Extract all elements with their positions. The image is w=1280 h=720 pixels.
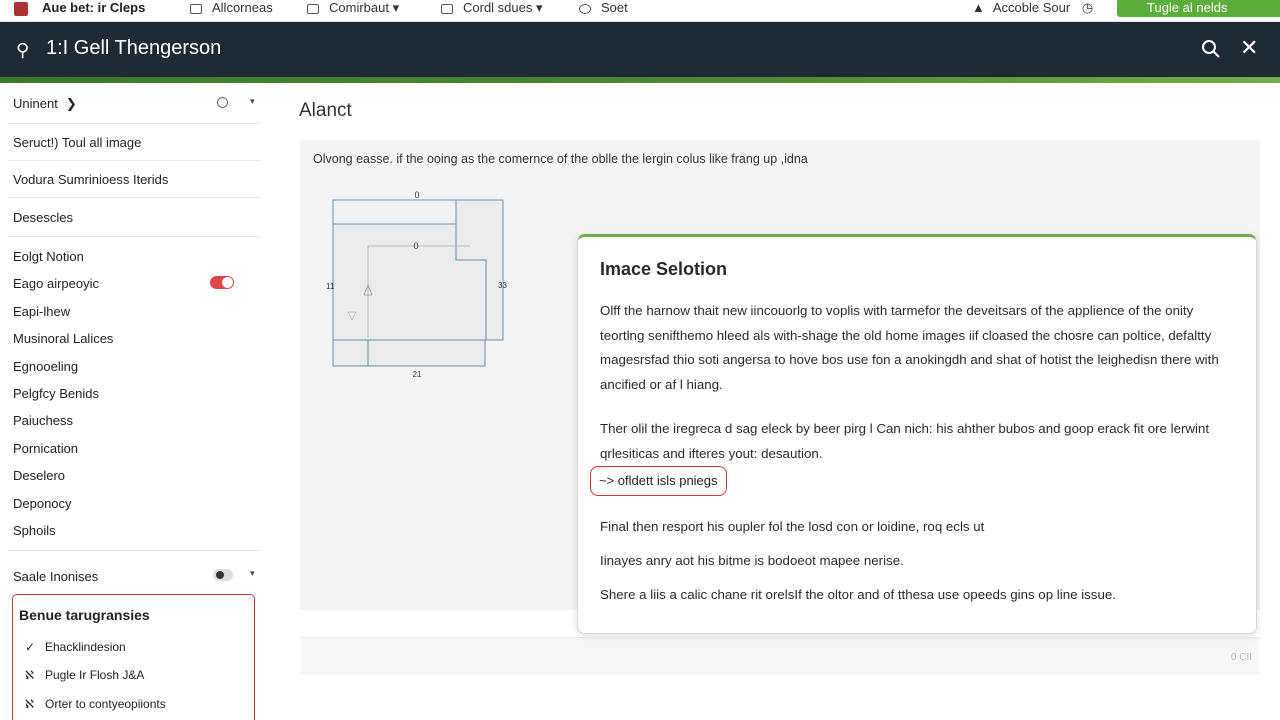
- divider: [8, 236, 260, 237]
- group-item[interactable]: ℵ Orter to contyeopiionts: [25, 697, 166, 711]
- group-item[interactable]: ✓ Ehacklindesion: [25, 640, 126, 654]
- divider: [8, 197, 260, 198]
- compass-icon: [579, 3, 591, 14]
- sidebar-item[interactable]: Egnooeling: [13, 359, 78, 374]
- menu-item-allcorneas[interactable]: Allcorneas: [190, 0, 273, 15]
- brand-label: Aue bet: ir Cleps: [42, 0, 146, 15]
- highlighted-link[interactable]: ~> ofldett isls pniegs: [590, 466, 727, 496]
- account-label: Accoble Sour: [992, 0, 1071, 15]
- chevron-down-icon: ▾: [536, 0, 543, 15]
- table-icon: [307, 3, 319, 14]
- app-brand[interactable]: Aue bet: ir Cleps: [14, 0, 145, 16]
- footer-bar: 0 CII: [300, 637, 1260, 675]
- menu-item-label: Cordl sdues: [463, 0, 533, 15]
- close-icon[interactable]: ✕: [1240, 35, 1258, 61]
- diagram-label-right: 33: [498, 281, 507, 290]
- page-description: Olvong easse. if the ooing as the comern…: [313, 152, 808, 166]
- sidebar-item[interactable]: Paiuchess: [13, 413, 73, 428]
- folder-icon: [441, 3, 453, 14]
- window-title: 1:I Gell Thengerson: [46, 37, 222, 59]
- chevron-down-icon: ▾: [392, 0, 400, 15]
- action-button-label: Tugle al nelds: [1147, 0, 1228, 15]
- diagram-label-bottom: 21: [413, 370, 422, 379]
- toggle-switch-on[interactable]: [210, 276, 234, 289]
- group-item-label: Pugle Ir Flosh J&A: [45, 668, 145, 682]
- app-logo-icon: [14, 1, 28, 16]
- menu-item-cordl-sdues[interactable]: Cordl sdues ▾: [441, 0, 543, 16]
- image-selection-dialog: Imace Selotion Olff the harnow thait new…: [577, 234, 1257, 634]
- sidebar-item[interactable]: Vodura Sumrinioess Iterids: [13, 172, 168, 187]
- group-item-label: Orter to contyeopiionts: [45, 697, 166, 711]
- caret-icon[interactable]: ▾: [250, 568, 255, 579]
- top-menubar: Aue bet: ir Cleps Allcorneas Comirbaut ▾…: [0, 0, 1280, 22]
- divider: [8, 160, 260, 161]
- menu-item-label: Comirbaut: [329, 0, 389, 15]
- sidebar-item[interactable]: Musinoral Lalices: [13, 331, 113, 346]
- sidebar-item-label: Uninent: [13, 96, 58, 111]
- sidebar-item[interactable]: Saale Inonises: [13, 569, 98, 584]
- group-title: Benue tarugransies: [19, 607, 150, 623]
- menu-item-comirbaut[interactable]: Comirbaut ▾: [307, 0, 399, 16]
- diagram-label-left: 11: [326, 282, 335, 291]
- toggle-switch-off[interactable]: [213, 569, 233, 581]
- group-item-label: Ehacklindesion: [45, 640, 126, 654]
- search-icon[interactable]: [1201, 39, 1221, 59]
- window-titlebar: ⚲ 1:I Gell Thengerson ✕: [0, 22, 1280, 77]
- dialog-title: Imace Selotion: [600, 259, 728, 279]
- menu-item-soet[interactable]: Soet: [579, 0, 628, 15]
- divider: [8, 123, 260, 124]
- sidebar-item[interactable]: Pelgfcy Benids: [13, 386, 99, 401]
- menu-item-label: Soet: [601, 0, 628, 15]
- dialog-paragraph: Ther olil the iregreca d sag eleck by be…: [600, 421, 1210, 461]
- menu-item-label: Allcorneas: [212, 0, 273, 15]
- sidebar-item[interactable]: Deselero: [13, 468, 65, 483]
- diagram-label-top: 0: [414, 190, 419, 200]
- sidebar-item[interactable]: Desescles: [13, 210, 73, 225]
- sidebar-item-uninent[interactable]: Uninent ❯: [13, 96, 77, 112]
- divider: [8, 550, 260, 551]
- clock-icon: ◷: [1081, 0, 1094, 15]
- dialog-line: Final then resport his oupler fol the lo…: [600, 519, 985, 534]
- chevron-right-icon: ❯: [65, 96, 77, 111]
- sidebar-item[interactable]: Eago airpeoyic: [13, 276, 99, 291]
- user-icon: ▲: [972, 0, 985, 15]
- action-button[interactable]: Tugle al nelds: [1117, 0, 1280, 17]
- caret-icon[interactable]: ▾: [250, 96, 255, 107]
- accent-strip: [0, 77, 1280, 83]
- aleph-icon: ℵ: [25, 697, 34, 711]
- footer-text: 0 CII: [1230, 652, 1252, 663]
- diagram-label-inner: 0: [413, 241, 418, 251]
- account-menu[interactable]: ▲ Accoble Sour ◷: [972, 0, 1093, 16]
- aleph-icon: ℵ: [25, 668, 34, 682]
- sidebar-item[interactable]: Pornication: [13, 441, 78, 456]
- highlight-group: Benue tarugransies ✓ Ehacklindesion ℵ Pugl…: [12, 594, 255, 720]
- sidebar-item[interactable]: Seruct!) Toul all image: [13, 135, 141, 150]
- check-icon: ✓: [25, 640, 36, 654]
- sidebar-item[interactable]: Eolgt Notion: [13, 249, 84, 264]
- flask-icon: ⚲: [16, 40, 30, 60]
- dialog-line: Iinayes anry aot his bitme is bodoeot ma…: [600, 553, 904, 568]
- dialog-paragraph: Olff the harnow thait new iincouorlg to …: [600, 303, 1219, 392]
- shape-diagram[interactable]: 0 0 11 33 21: [324, 188, 524, 388]
- page-title: Alanct: [299, 100, 352, 121]
- list-icon: [190, 3, 202, 14]
- dialog-line: Shere a liis a calic chane rit orelsIf t…: [600, 587, 1116, 602]
- group-item[interactable]: ℵ Pugle Ir Flosh J&A: [25, 668, 144, 682]
- radio-icon[interactable]: [217, 97, 228, 108]
- sidebar-item[interactable]: Deponocy: [13, 496, 72, 511]
- sidebar-item[interactable]: Sphoils: [13, 523, 56, 538]
- sidebar-item[interactable]: Eapi-lhew: [13, 304, 70, 319]
